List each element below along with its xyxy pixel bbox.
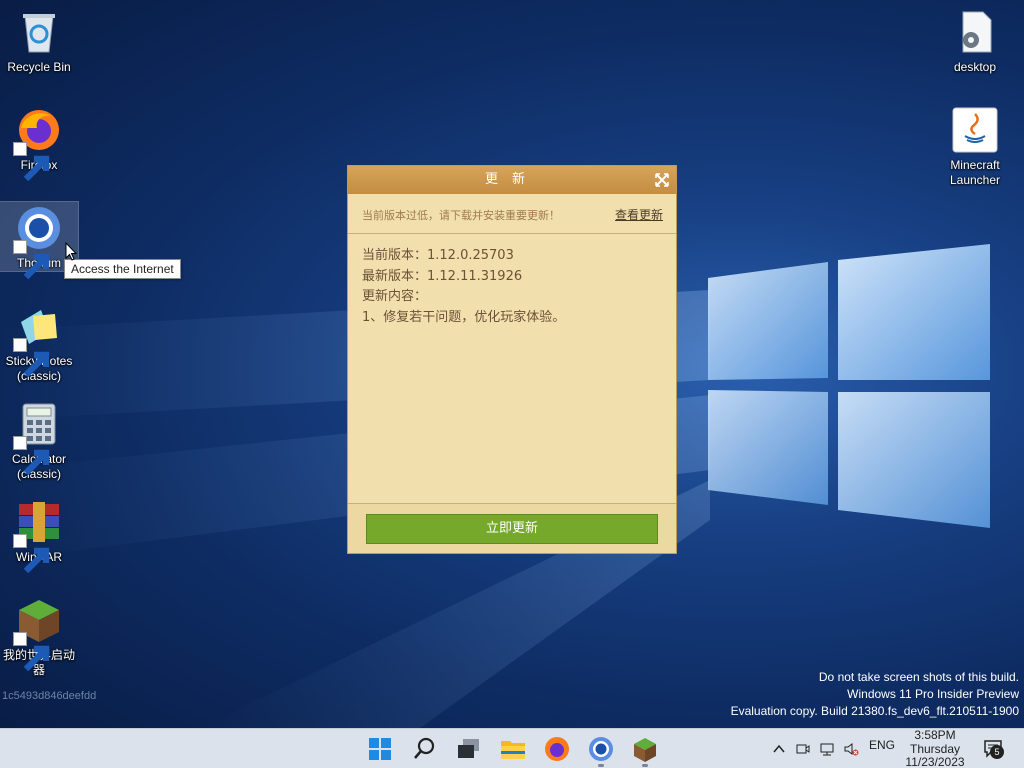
close-icon[interactable]	[654, 172, 670, 188]
settings-file-icon	[951, 8, 999, 56]
network-icon	[820, 743, 834, 756]
tray-meet-button[interactable]	[795, 741, 811, 757]
search-icon	[414, 737, 435, 759]
thorium-taskbar-button[interactable]	[585, 733, 617, 767]
update-dialog: 更新 当前版本过低，请下载并安装重要更新！ 查看更新 当前版本：1.12.0.2…	[347, 165, 677, 554]
firefox-taskbar-button[interactable]	[541, 733, 573, 765]
shortcut-arrow-icon	[13, 632, 50, 672]
start-icon	[369, 738, 391, 760]
clock-time: 3:58PM	[914, 728, 956, 742]
minecraft-taskbar-button[interactable]	[629, 733, 661, 767]
watermark-line: Windows 11 Pro Insider Preview	[847, 687, 1019, 701]
winrar-icon	[13, 498, 63, 574]
minecraft-icon	[634, 738, 656, 762]
shortcut-arrow-icon	[13, 142, 50, 182]
content-label: 更新内容：	[362, 289, 428, 304]
desktop-icon-label: desktop	[953, 60, 997, 74]
watermark-line: Evaluation copy. Build 21380.fs_dev6_flt…	[730, 704, 1019, 718]
sticky-notes-icon	[13, 302, 63, 378]
view-update-link[interactable]: 查看更新	[615, 206, 663, 223]
running-indicator	[598, 764, 604, 767]
desktop-icon-firefox[interactable]: Firefox	[0, 104, 78, 182]
dialog-title: 更新	[484, 172, 539, 187]
desktop-id-text: 1c5493d846deefdd	[2, 690, 97, 702]
language-indicator[interactable]: ENG	[869, 738, 895, 752]
shortcut-arrow-icon	[13, 534, 50, 574]
camera-icon	[796, 744, 810, 754]
watermark-line: Do not take screen shots of this build.	[818, 670, 1019, 684]
task-view-button[interactable]	[453, 733, 485, 765]
clock-date: 11/23/2023	[905, 755, 965, 768]
recycle-bin-icon	[15, 8, 63, 56]
volume-muted-icon	[844, 743, 859, 756]
desktop-icon-label: Minecraft Launcher	[949, 158, 1001, 187]
update-details: 当前版本：1.12.0.25703 最新版本：1.12.11.31926 更新内…	[348, 234, 676, 506]
running-indicator	[642, 764, 648, 767]
desktop-icon-minecraft-launcher[interactable]: Minecraft Launcher	[936, 104, 1014, 188]
notification-count-badge: 5	[990, 745, 1004, 759]
tray-volume-button[interactable]	[843, 741, 859, 757]
tray-network-button[interactable]	[819, 741, 835, 757]
firefox-icon	[545, 737, 569, 761]
desktop-icon-calculator[interactable]: Calculator (classic)	[0, 398, 78, 482]
firefox-icon	[13, 106, 63, 182]
search-button[interactable]	[409, 733, 441, 765]
notice-text: 当前版本过低，请下载并安装重要更新！	[362, 209, 560, 222]
clock[interactable]: 3:58PM Thursday 11/23/2023	[900, 728, 970, 768]
thorium-icon	[589, 737, 613, 761]
dialog-titlebar[interactable]: 更新	[348, 166, 676, 194]
desktop-icon-label: Recycle Bin	[7, 60, 71, 74]
clock-day: Thursday	[909, 741, 961, 756]
desktop-icon-recycle-bin[interactable]: Recycle Bin	[0, 6, 78, 75]
desktop-icon-winrar[interactable]: WinRAR	[0, 496, 78, 574]
desktop-icon-desktop-file[interactable]: desktop	[936, 6, 1014, 75]
calculator-icon	[13, 400, 63, 476]
shortcut-arrow-icon	[13, 338, 50, 378]
file-explorer-icon	[501, 741, 525, 759]
shortcut-arrow-icon	[13, 240, 50, 280]
taskbar: ENG 3:58PM Thursday 11/23/2023 5	[0, 728, 1024, 768]
grass-block-icon	[13, 596, 63, 672]
shortcut-arrow-icon	[13, 436, 50, 476]
task-view-icon	[458, 739, 479, 758]
chevron-up-icon	[773, 744, 785, 753]
file-explorer-button[interactable]	[497, 733, 529, 765]
start-button[interactable]	[364, 733, 396, 765]
current-version: 当前版本：1.12.0.25703	[362, 248, 514, 263]
mouse-cursor-icon	[65, 242, 77, 261]
tooltip: Access the Internet	[64, 259, 181, 279]
content-item: 1、修复若干问题，优化玩家体验。	[362, 309, 566, 325]
desktop-icon-sticky-notes[interactable]: Sticky Notes (classic)	[0, 300, 78, 384]
dialog-footer: 立即更新	[348, 503, 676, 553]
java-icon	[951, 106, 999, 154]
update-now-button[interactable]: 立即更新	[366, 514, 658, 544]
update-notice: 当前版本过低，请下载并安装重要更新！ 查看更新	[348, 194, 676, 234]
desktop-icon-minecraft-launcher-cn[interactable]: 我的世界启动器	[0, 594, 78, 678]
thorium-icon	[13, 204, 63, 280]
tray-overflow-button[interactable]	[771, 741, 787, 757]
latest-version: 最新版本：1.12.11.31926	[362, 268, 523, 284]
build-watermark: Do not take screen shots of this build. …	[731, 669, 1019, 720]
